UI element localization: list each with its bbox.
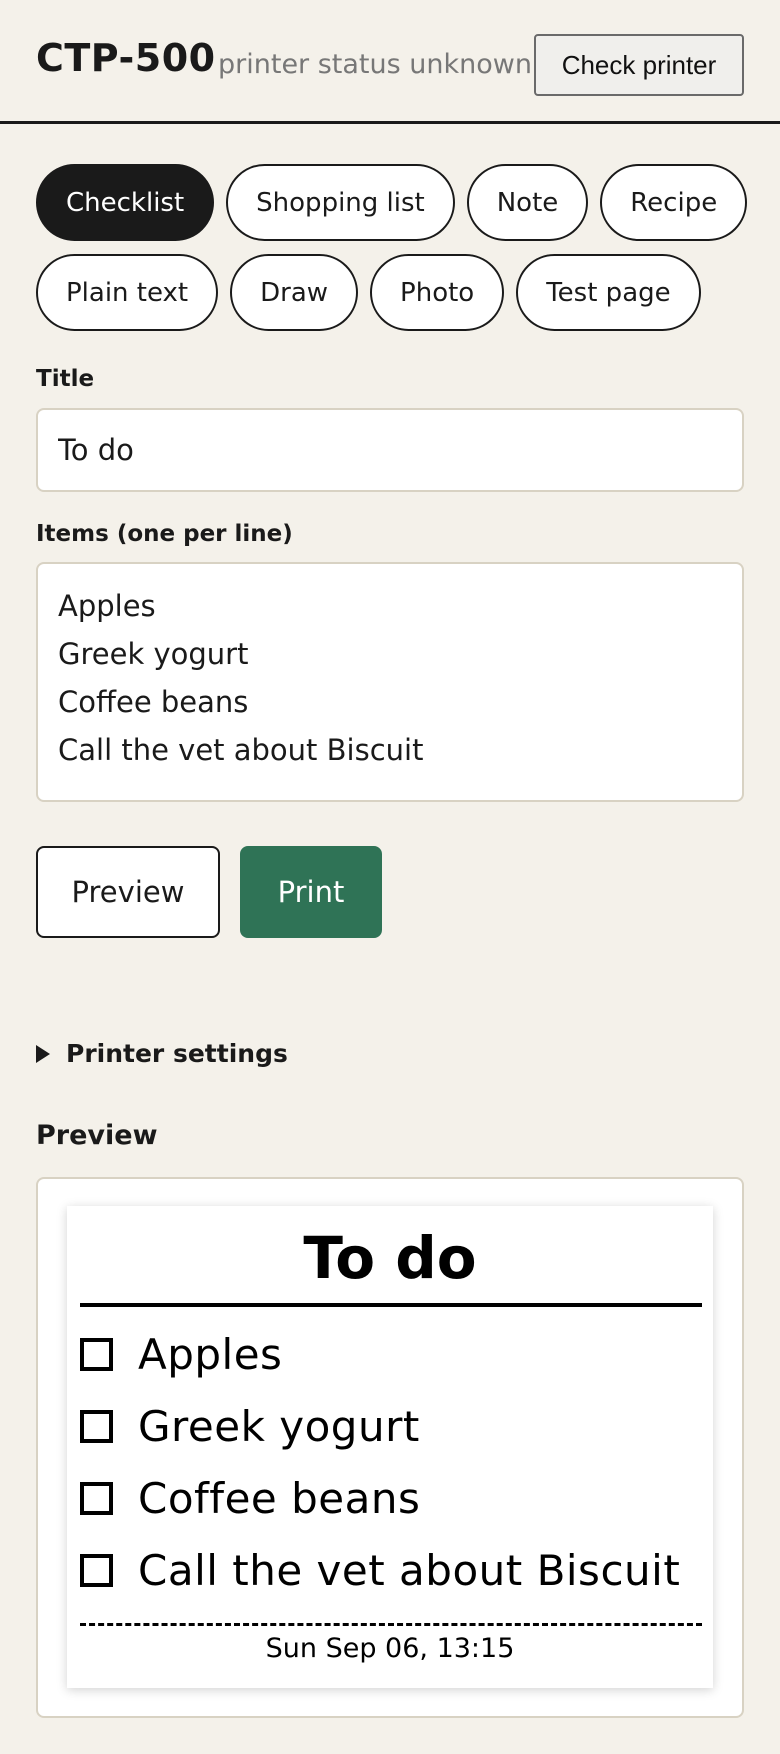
receipt-title: To do	[303, 1224, 477, 1292]
receipt-paper: To do Apples Greek yogurt Coffee beans C…	[67, 1206, 713, 1688]
receipt-dashed-divider	[80, 1623, 702, 1626]
items-line: Apples	[58, 589, 156, 623]
printer-status: printer status unknown	[218, 49, 532, 80]
preview-heading: Preview	[36, 1120, 158, 1151]
receipt-item-text: Apples	[138, 1329, 283, 1379]
printer-settings-label: Printer settings	[66, 1039, 288, 1068]
checkbox-icon	[80, 1337, 113, 1371]
app-header: CTP-500 printer status unknown Check pri…	[0, 0, 780, 124]
receipt-item: Apples	[80, 1318, 710, 1390]
receipt-item-text: Greek yogurt	[138, 1401, 420, 1451]
chip-plain-text[interactable]: Plain text	[36, 254, 219, 331]
app-title: CTP-500	[36, 36, 216, 80]
chip-shopping-list[interactable]: Shopping list	[226, 164, 455, 241]
checkbox-icon	[80, 1409, 113, 1443]
receipt-divider	[80, 1303, 702, 1307]
printer-settings-toggle[interactable]: Printer settings	[36, 1039, 288, 1068]
receipt-item: Coffee beans	[80, 1462, 710, 1534]
template-row-2: Plain text Draw Photo Test page	[36, 254, 756, 331]
receipt-item-text: Call the vet about Biscuit	[138, 1545, 681, 1595]
chip-checklist[interactable]: Checklist	[36, 164, 215, 241]
items-line: Call the vet about Biscuit	[58, 733, 424, 767]
items-textarea[interactable]: Apples Greek yogurt Coffee beans Call th…	[36, 562, 744, 802]
title-input[interactable]	[36, 408, 744, 492]
preview-frame: To do Apples Greek yogurt Coffee beans C…	[36, 1177, 744, 1718]
chip-note[interactable]: Note	[466, 164, 589, 241]
checkbox-icon	[80, 1481, 113, 1515]
print-button[interactable]: Print	[240, 846, 382, 938]
checkbox-icon	[80, 1553, 113, 1587]
disclosure-triangle-icon	[36, 1044, 50, 1063]
receipt-item: Call the vet about Biscuit	[80, 1534, 710, 1606]
preview-button[interactable]: Preview	[36, 846, 220, 938]
template-chips: Checklist Shopping list Note Recipe Plai…	[36, 164, 756, 344]
chip-draw[interactable]: Draw	[230, 254, 359, 331]
receipt-item: Greek yogurt	[80, 1390, 710, 1462]
items-line: Coffee beans	[58, 685, 249, 719]
template-row-1: Checklist Shopping list Note Recipe	[36, 164, 756, 241]
receipt-date: Sun Sep 06, 13:15	[265, 1633, 515, 1664]
receipt-items: Apples Greek yogurt Coffee beans Call th…	[80, 1318, 710, 1606]
items-line: Greek yogurt	[58, 637, 249, 671]
receipt-item-text: Coffee beans	[138, 1473, 421, 1523]
items-label: Items (one per line)	[36, 521, 293, 547]
chip-test-page[interactable]: Test page	[516, 254, 701, 331]
title-label: Title	[36, 366, 95, 392]
chip-recipe[interactable]: Recipe	[600, 164, 748, 241]
check-printer-button[interactable]: Check printer	[534, 34, 744, 96]
chip-photo[interactable]: Photo	[370, 254, 505, 331]
